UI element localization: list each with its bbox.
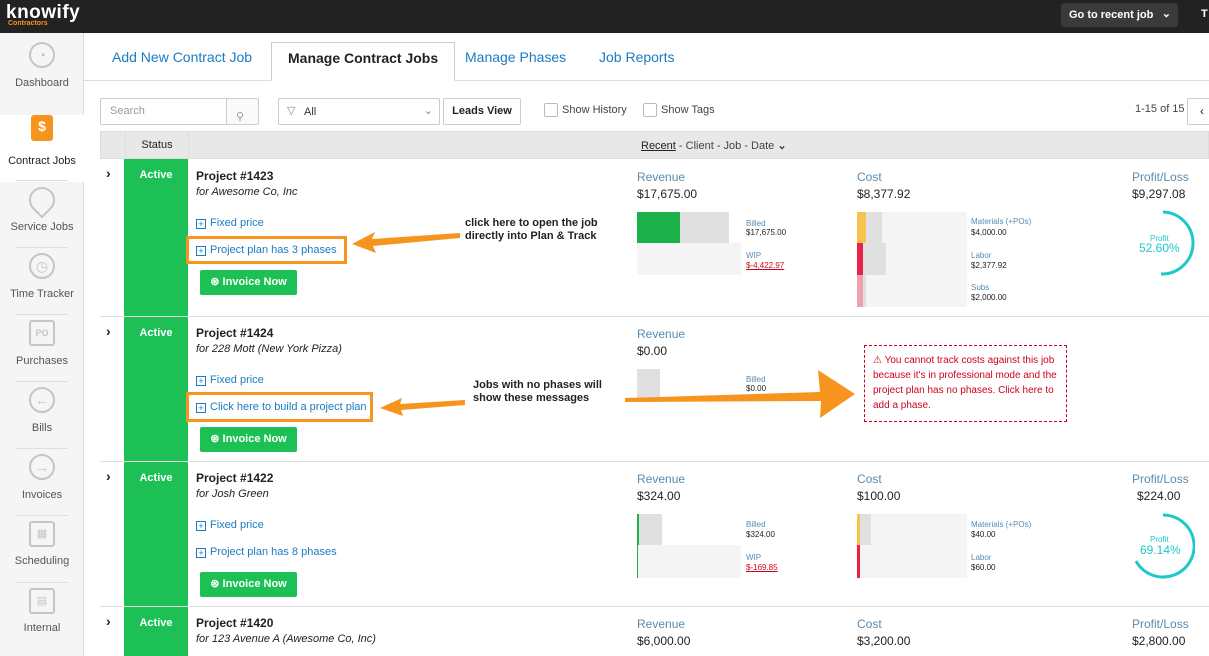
no-phases-warning[interactable]: ⚠ You cannot track costs against this jo… [864,345,1067,422]
annotation-note-no-phases: Jobs with no phases will show these mess… [473,379,602,404]
warning-icon: ⚠ [873,355,885,366]
annotation-arrow-1 [352,232,460,253]
annotation-note-plan-track: click here to open the job directly into… [465,217,598,242]
annotation-arrow-3 [625,370,855,418]
warning-text: You cannot track costs against this job … [873,355,1057,411]
annotation-arrow-2 [380,398,465,416]
annotation-arrows [352,232,855,418]
